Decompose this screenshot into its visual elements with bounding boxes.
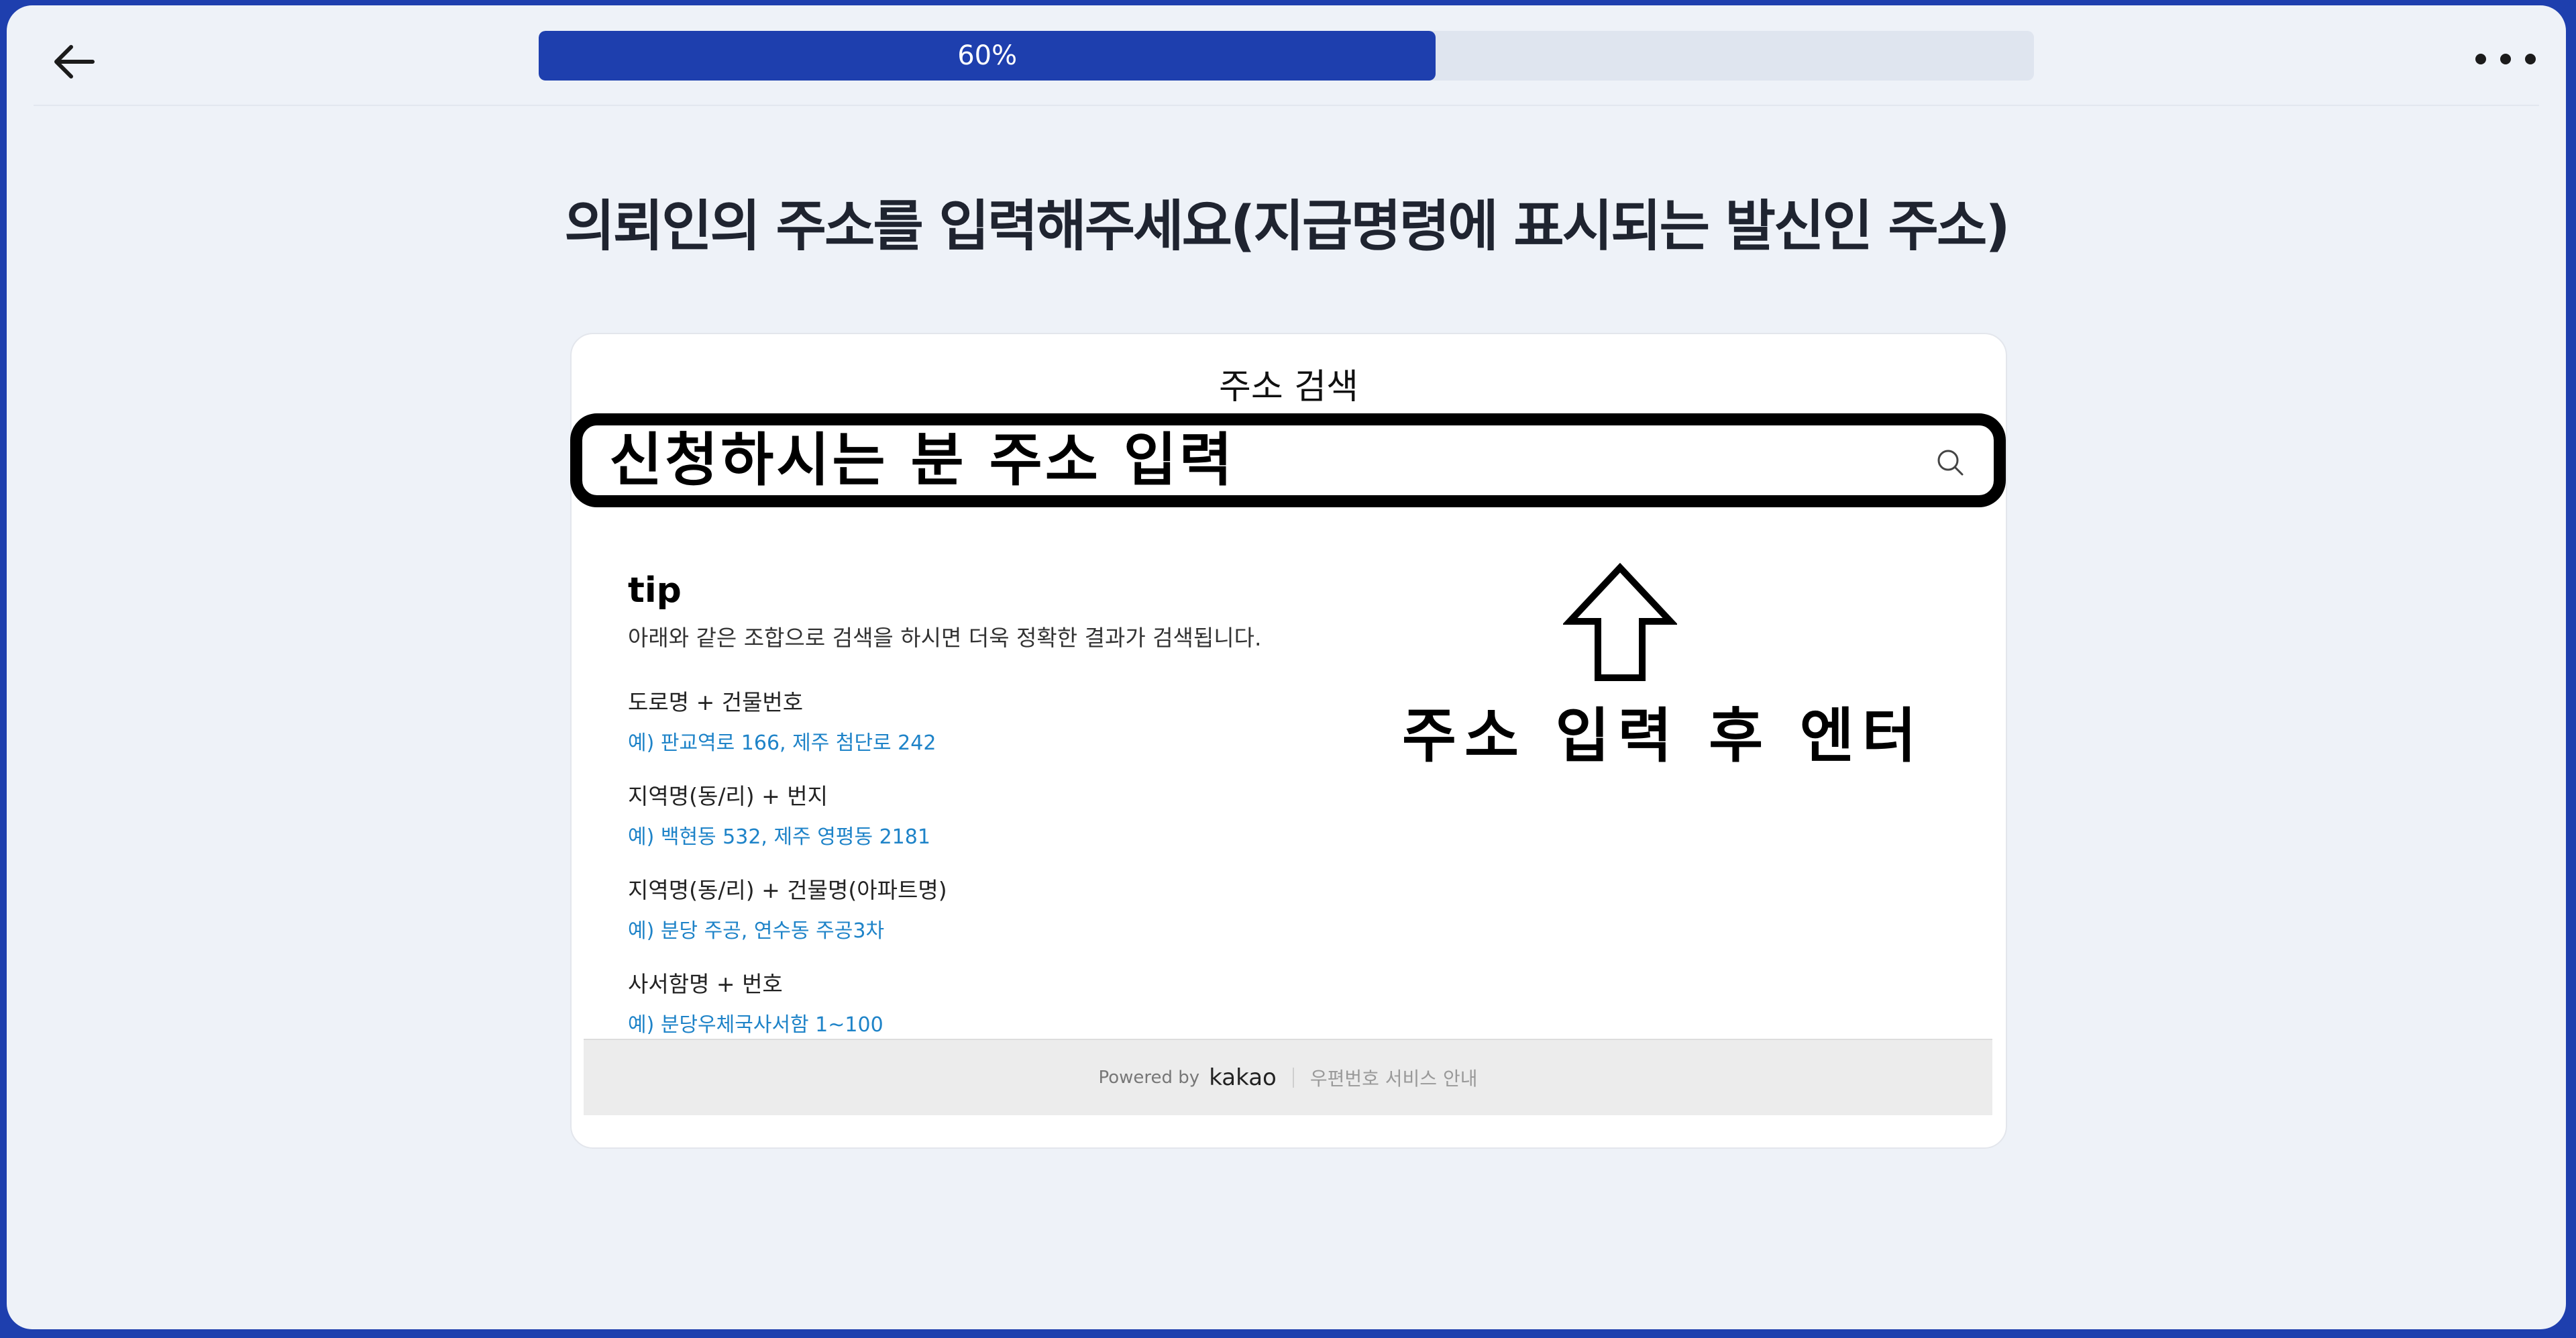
postal-guide-link[interactable]: 우편번호 서비스 안내 [1310,1064,1478,1091]
more-dot [2500,54,2511,64]
address-search-box[interactable] [570,413,2006,507]
tip-item-example: 예) 판교역로 166, 제주 첨단로 242 [628,731,936,755]
address-search-input[interactable] [609,425,1850,495]
up-arrow-outline-icon [1563,562,1677,681]
tip-item: 지역명(동/리) + 번지 예) 백현동 532, 제주 영평동 2181 [628,778,1262,850]
tip-item: 도로명 + 건물번호 예) 판교역로 166, 제주 첨단로 242 [628,684,1262,756]
tip-heading: tip [628,570,682,611]
tip-item-label: 도로명 + 건물번호 [628,689,804,715]
tip-item-label: 지역명(동/리) + 건물명(아파트명) [628,877,947,903]
progress-label: 60% [957,40,1018,71]
header-divider [34,105,2539,106]
arrow-left-icon [54,45,95,79]
footer-separator [1292,1068,1294,1088]
powered-by-text: Powered by [1098,1068,1200,1088]
app-frame: 60% 의뢰인의 주소를 입력해주세요(지급명령에 표시되는 발신인 주소) 주… [7,5,2566,1329]
back-button[interactable] [48,35,102,89]
tip-description: 아래와 같은 조합으로 검색을 하시면 더욱 정확한 결과가 검색됩니다. [628,625,1262,651]
tip-item-label: 지역명(동/리) + 번지 [628,783,828,809]
tip-item-example: 예) 백현동 532, 제주 영평동 2181 [628,825,930,849]
tip-item-label: 사서함명 + 번호 [628,971,783,997]
search-tip: tip 아래와 같은 조합으로 검색을 하시면 더욱 정확한 결과가 검색됩니다… [628,570,1262,1060]
more-dot [2525,54,2536,64]
more-options-button[interactable] [2475,46,2536,72]
search-icon[interactable] [1935,447,1966,478]
tip-item: 지역명(동/리) + 건물명(아파트명) 예) 분당 주공, 연수동 주공3차 [628,872,1262,943]
tip-item-example: 예) 분당우체국사서함 1~100 [628,1013,883,1037]
more-dot [2475,54,2486,64]
tip-item-example: 예) 분당 주공, 연수동 주공3차 [628,919,885,943]
progress-bar: 60% [539,31,2034,81]
page-title: 의뢰인의 주소를 입력해주세요(지급명령에 표시되는 발신인 주소) [564,195,2010,258]
address-search-footer: Powered by kakao 우편번호 서비스 안내 [584,1039,1992,1115]
kakao-logo[interactable]: kakao [1209,1064,1277,1091]
tip-item: 사서함명 + 번호 예) 분당우체국사서함 1~100 [628,966,1262,1037]
address-search-title: 주소 검색 [1219,367,1358,407]
annotation-text: 주소 입력 후 엔터 [1402,701,1925,770]
